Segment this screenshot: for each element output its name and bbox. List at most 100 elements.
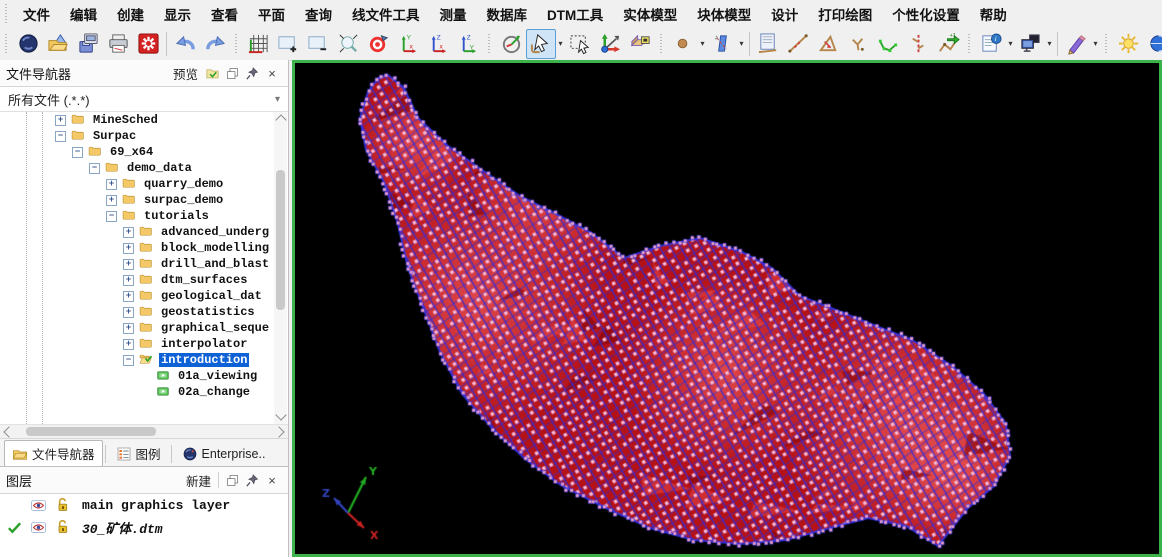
tree-item-label[interactable]: surpac_demo [142, 193, 225, 207]
string-break-fork-button[interactable] [843, 29, 873, 59]
tree-item-geostatistics[interactable]: +geostatistics [0, 304, 288, 320]
tree-item-02a-change[interactable]: 02a_change [0, 384, 288, 400]
layer-row[interactable]: main graphics layer [0, 494, 288, 516]
menu-item-edit[interactable]: 编辑 [60, 2, 107, 26]
layer-lock-icon[interactable] [52, 518, 72, 536]
tree-item-interpolator[interactable]: + interpolator [0, 336, 288, 352]
minus-expander-icon[interactable]: − [106, 211, 117, 222]
tree-item-label[interactable]: tutorials [142, 209, 211, 223]
menu-item-database[interactable]: 数据库 [477, 2, 538, 26]
section-tool-button[interactable] [707, 29, 737, 59]
layer-checkbox[interactable] [4, 518, 24, 536]
tree-item-label[interactable]: interpolator [159, 337, 249, 351]
plus-expander-icon[interactable]: + [123, 227, 134, 238]
tree-item-graphical-seque[interactable]: +graphical_seque [0, 320, 288, 336]
pin-panel-icon[interactable] [242, 63, 262, 83]
preview-settings-icon[interactable] [202, 63, 222, 83]
import-button[interactable] [43, 29, 73, 59]
tree-item-label[interactable]: geostatistics [159, 305, 257, 319]
plus-expander-icon[interactable]: + [123, 291, 134, 302]
menu-item-string-tools[interactable]: 线文件工具 [342, 2, 430, 26]
tree-item-label[interactable]: block_modelling [159, 241, 271, 255]
tree-horizontal-scrollbar[interactable] [0, 424, 288, 438]
draw-pencil-button[interactable] [1061, 29, 1091, 59]
plus-expander-icon[interactable]: + [123, 243, 134, 254]
plus-expander-icon[interactable]: + [123, 275, 134, 286]
toolbar-grip[interactable] [486, 34, 493, 54]
new-layer-button[interactable]: 新建 [182, 471, 215, 490]
view-plan-button[interactable]: Yx [393, 29, 423, 59]
menu-item-inquire[interactable]: 查询 [295, 2, 342, 26]
zoom-all-button[interactable] [363, 29, 393, 59]
tree-item-demo-data[interactable]: −demo_data [0, 160, 288, 176]
menu-item-file[interactable]: 文件 [13, 2, 60, 26]
tree-item-label[interactable]: Surpac [91, 129, 138, 143]
menu-item-help[interactable]: 帮助 [970, 2, 1017, 26]
float-panel-icon[interactable] [222, 63, 242, 83]
point-tool-caret[interactable]: ▾ [698, 31, 707, 57]
string-edit-doc-button[interactable] [753, 29, 783, 59]
menu-item-block-model[interactable]: 块体模型 [687, 2, 761, 26]
world-button[interactable] [13, 29, 43, 59]
tree-scroll-thumb[interactable] [276, 170, 285, 310]
string-line-dashed-button[interactable] [783, 29, 813, 59]
tree-item-block-modelling[interactable]: + block_modelling [0, 240, 288, 256]
displays-caret[interactable]: ▾ [1045, 31, 1054, 57]
layer-visibility-eye-icon[interactable] [28, 518, 48, 536]
menu-item-solid-model[interactable]: 实体模型 [613, 2, 687, 26]
point-tool-button[interactable] [668, 29, 698, 59]
menu-item-view[interactable]: 查看 [201, 2, 248, 26]
menu-item-dtm-tools[interactable]: DTM工具 [537, 2, 613, 26]
tree-item-label[interactable]: 69_x64 [108, 145, 155, 159]
pin-panel-icon[interactable] [242, 470, 262, 490]
tree-item-label[interactable]: introduction [159, 353, 249, 367]
plus-expander-icon[interactable]: + [123, 259, 134, 270]
tree-item-label[interactable]: 02a_change [176, 385, 252, 399]
tree-item-surpac-demo[interactable]: + surpac_demo [0, 192, 288, 208]
minus-expander-icon[interactable]: − [89, 163, 100, 174]
menu-item-survey[interactable]: 测量 [430, 2, 477, 26]
tree-item-quarry-demo[interactable]: +quarry_demo [0, 176, 288, 192]
menubar-grip[interactable] [3, 4, 10, 24]
viewport-3d[interactable] [292, 60, 1162, 557]
minus-expander-icon[interactable]: − [72, 147, 83, 158]
string-renumber-plus1-button[interactable]: +1 [933, 29, 963, 59]
minus-expander-icon[interactable]: − [123, 355, 134, 366]
tree-item-geological-dat[interactable]: + geological_dat [0, 288, 288, 304]
tab-enterprise[interactable]: Enterprise.. [174, 442, 274, 466]
properties-caret[interactable]: ▾ [1006, 31, 1015, 57]
tree-item-label[interactable]: quarry_demo [142, 177, 225, 191]
toolbar-grip[interactable] [1103, 34, 1110, 54]
string-smooth-green-button[interactable] [873, 29, 903, 59]
sphere-render-button[interactable] [1143, 29, 1162, 59]
tree-item-introduction[interactable]: − introduction [0, 352, 288, 368]
layer-visibility-eye-icon[interactable] [28, 496, 48, 514]
plus-expander-icon[interactable]: + [106, 195, 117, 206]
string-close-triangle-button[interactable] [813, 29, 843, 59]
tree-item-tutorials[interactable]: − tutorials [0, 208, 288, 224]
zoom-window-button[interactable] [333, 29, 363, 59]
move-3d-button[interactable] [595, 29, 625, 59]
graphics-canvas[interactable] [295, 63, 1159, 554]
tab-file-navigator[interactable]: 文件导航器 [4, 440, 103, 467]
tab-legend[interactable]: 图例 [108, 440, 169, 467]
select-mode-button[interactable] [526, 29, 556, 59]
tree-item-label[interactable]: geological_dat [159, 289, 264, 303]
plus-expander-icon[interactable]: + [55, 115, 66, 126]
layer-label[interactable]: 30_矿体.dtm [82, 518, 163, 537]
string-vertical-dashed-button[interactable] [903, 29, 933, 59]
scroll-down-icon[interactable] [275, 409, 286, 420]
tree-item-drill-and-blast[interactable]: +drill_and_blast [0, 256, 288, 272]
menu-item-display[interactable]: 显示 [154, 2, 201, 26]
tree-item-label[interactable]: MineSched [91, 113, 160, 127]
menu-item-customise[interactable]: 个性化设置 [882, 2, 970, 26]
tree-item-minesched[interactable]: + MineSched [0, 112, 288, 128]
close-panel-icon[interactable]: × [262, 470, 282, 490]
draw-pencil-caret[interactable]: ▾ [1091, 31, 1100, 57]
plus-expander-icon[interactable]: + [123, 339, 134, 350]
reset-graphics-button[interactable] [133, 29, 163, 59]
menu-item-plotting[interactable]: 打印绘图 [808, 2, 882, 26]
grid-button[interactable] [243, 29, 273, 59]
tree-item-69-x64[interactable]: − 69_x64 [0, 144, 288, 160]
tree-item-label[interactable]: graphical_seque [159, 321, 271, 335]
